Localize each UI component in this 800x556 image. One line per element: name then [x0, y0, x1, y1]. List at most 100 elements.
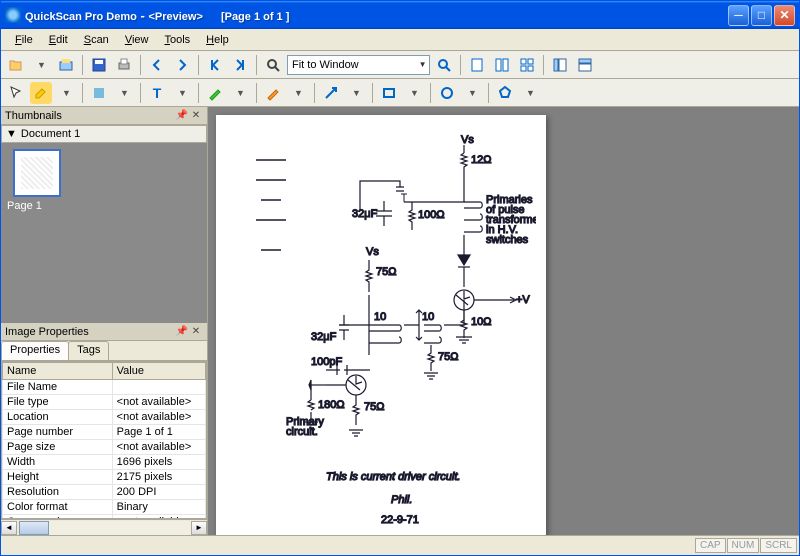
thumbnail-label: Page 1 [7, 200, 67, 212]
pen-green-button[interactable] [204, 82, 226, 104]
open-dropdown[interactable]: ▼ [30, 54, 52, 76]
view-mode-3-button[interactable] [516, 54, 538, 76]
panel-toggle-2-button[interactable] [574, 54, 596, 76]
col-value[interactable]: Value [112, 363, 205, 380]
status-cap: CAP [695, 538, 726, 553]
scroll-thumb[interactable] [19, 521, 49, 535]
open-button[interactable] [5, 54, 27, 76]
menu-bar: File Edit Scan View Tools Help [1, 29, 799, 51]
svg-text:10: 10 [374, 311, 386, 323]
arrow-button[interactable] [320, 82, 342, 104]
pin-icon[interactable]: 📌 [175, 325, 189, 339]
view-mode-2-button[interactable] [491, 54, 513, 76]
property-row[interactable]: File type<not available> [3, 395, 206, 410]
polygon-button[interactable] [494, 82, 516, 104]
prop-value: 2175 pixels [112, 470, 205, 485]
view-mode-1-button[interactable] [466, 54, 488, 76]
menu-tools[interactable]: Tools [156, 32, 198, 48]
col-name[interactable]: Name [3, 363, 113, 380]
last-page-button[interactable] [229, 54, 251, 76]
property-row[interactable]: Color formatBinary [3, 500, 206, 515]
status-num: NUM [727, 538, 760, 553]
toolbar-annotate: ▼ ▼ T ▼ ▼ ▼ ▼ ▼ ▼ ▼ [1, 79, 799, 107]
circle-dropdown[interactable]: ▼ [461, 82, 483, 104]
property-row[interactable]: Page numberPage 1 of 1 [3, 425, 206, 440]
property-row[interactable]: Page size<not available> [3, 440, 206, 455]
text-dropdown[interactable]: ▼ [171, 82, 193, 104]
svg-text:This is current driver circuit: This is current driver circuit. [326, 471, 460, 483]
document-page: Vs 12Ω 32μF Primariesof pulsetransformer… [216, 115, 546, 535]
pin-icon[interactable]: 📌 [175, 109, 189, 123]
polygon-dropdown[interactable]: ▼ [519, 82, 541, 104]
zoom-combo[interactable]: Fit to Window ▼ [287, 55, 430, 75]
text-button[interactable]: T [146, 82, 168, 104]
scroll-track[interactable] [49, 521, 191, 535]
document-header[interactable]: ▼ Document 1 [1, 125, 207, 143]
svg-text:+V: +V [516, 294, 530, 306]
pen-orange-dropdown[interactable]: ▼ [287, 82, 309, 104]
svg-text:10: 10 [422, 311, 434, 323]
close-panel-icon[interactable]: ✕ [189, 109, 203, 123]
scroll-right-icon[interactable]: ► [191, 521, 207, 535]
prop-name: Page size [3, 440, 113, 455]
status-scrl: SCRL [760, 538, 797, 553]
document-viewer[interactable]: Vs 12Ω 32μF Primariesof pulsetransformer… [208, 107, 799, 535]
tab-properties[interactable]: Properties [1, 341, 69, 360]
tab-tags[interactable]: Tags [68, 341, 109, 360]
chevron-down-icon: ▼ [6, 128, 17, 140]
scroll-left-icon[interactable]: ◄ [1, 521, 17, 535]
close-panel-icon[interactable]: ✕ [189, 325, 203, 339]
property-row[interactable]: Width1696 pixels [3, 455, 206, 470]
pen-green-dropdown[interactable]: ▼ [229, 82, 251, 104]
print-button[interactable] [113, 54, 135, 76]
menu-file[interactable]: File [7, 32, 41, 48]
zoom-value: Fit to Window [292, 59, 359, 71]
arrow-dropdown[interactable]: ▼ [345, 82, 367, 104]
menu-help[interactable]: Help [198, 32, 237, 48]
pointer-button[interactable] [5, 82, 27, 104]
prop-name: Page number [3, 425, 113, 440]
property-row[interactable]: Location<not available> [3, 410, 206, 425]
circle-button[interactable] [436, 82, 458, 104]
highlight-dropdown[interactable]: ▼ [55, 82, 77, 104]
panel-toggle-1-button[interactable] [549, 54, 571, 76]
maximize-button[interactable]: □ [751, 5, 772, 26]
thumbnail-page-1[interactable]: Page 1 [7, 149, 67, 212]
svg-text:32μF: 32μF [352, 208, 378, 220]
prop-name: Location [3, 410, 113, 425]
property-row[interactable]: File Name [3, 380, 206, 395]
prev-page-button[interactable] [146, 54, 168, 76]
minimize-button[interactable]: ─ [728, 5, 749, 26]
svg-text:180Ω: 180Ω [318, 399, 345, 411]
svg-text:100pF: 100pF [311, 356, 342, 368]
prop-name: File type [3, 395, 113, 410]
menu-edit[interactable]: Edit [41, 32, 76, 48]
thumbnails-area: Page 1 [1, 143, 207, 323]
zoom-button[interactable] [262, 54, 284, 76]
rect-button[interactable] [378, 82, 400, 104]
color-dropdown[interactable]: ▼ [113, 82, 135, 104]
svg-text:75Ω: 75Ω [438, 351, 458, 363]
scan-button[interactable] [55, 54, 77, 76]
thumbnails-title: Thumbnails [5, 110, 62, 122]
first-page-button[interactable] [204, 54, 226, 76]
property-row[interactable]: Height2175 pixels [3, 470, 206, 485]
save-button[interactable] [88, 54, 110, 76]
rect-dropdown[interactable]: ▼ [403, 82, 425, 104]
thumbnails-panel-header: Thumbnails 📌 ✕ [1, 107, 207, 125]
svg-text:22-9-71: 22-9-71 [381, 514, 419, 526]
svg-text:75Ω: 75Ω [364, 401, 384, 413]
menu-scan[interactable]: Scan [76, 32, 117, 48]
next-page-button[interactable] [171, 54, 193, 76]
menu-view[interactable]: View [117, 32, 157, 48]
highlight-button[interactable] [30, 82, 52, 104]
property-row[interactable]: Resolution200 DPI [3, 485, 206, 500]
horizontal-scrollbar[interactable]: ◄ ► [1, 519, 207, 535]
pen-orange-button[interactable] [262, 82, 284, 104]
color-button[interactable] [88, 82, 110, 104]
close-button[interactable]: ✕ [774, 5, 795, 26]
svg-text:100Ω: 100Ω [418, 209, 445, 221]
zoom-tool-button[interactable] [433, 54, 455, 76]
prop-name: Resolution [3, 485, 113, 500]
svg-text:Vs: Vs [366, 246, 379, 258]
